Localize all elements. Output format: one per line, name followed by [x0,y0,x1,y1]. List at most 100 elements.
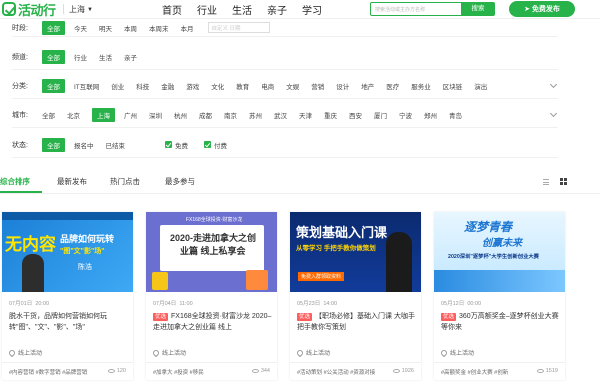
checkbox-label: 付费 [214,142,227,150]
filter-option[interactable]: 广州 [124,110,137,120]
filter-option[interactable]: 医疗 [386,81,399,91]
banner-text: 创赢未来 [482,238,522,249]
filter-option[interactable]: 西安 [349,110,362,120]
filter-option[interactable]: 文化 [211,81,224,91]
filter-option[interactable]: 金融 [161,81,174,91]
event-card[interactable]: FX168全球投资·财富沙龙 2020-走进加拿大之创 业篇 线上私享会 07月… [146,212,277,380]
filter-option[interactable]: 本周末 [149,23,169,33]
search-button[interactable]: 搜索 [461,2,495,16]
filter-option[interactable]: 全部 [42,20,65,35]
filter-option[interactable]: IT互联网 [74,81,99,91]
free-checkbox[interactable]: 免费 [165,140,188,150]
filter-option[interactable]: 本周 [124,23,137,33]
nav-item-industry[interactable]: 行业 [197,2,217,17]
filter-option[interactable]: 演出 [474,81,487,91]
filter-option[interactable]: 服务业 [411,81,431,91]
date-range-input[interactable]: 自定义 日期 [207,22,270,33]
filter-option[interactable]: 北京 [67,110,80,120]
event-tags[interactable]: #活动策划 #公关活动 #资源对接 [297,368,375,376]
filter-option[interactable]: 文娱 [286,81,299,91]
filter-option[interactable]: 南京 [224,110,237,120]
filter-option[interactable]: 营销 [311,81,324,91]
filter-option[interactable]: 设计 [336,81,349,91]
filter-option[interactable]: 明天 [99,23,112,33]
brand-name: 活动行 [18,2,56,18]
event-card[interactable]: 逐梦青春 创赢未来 2020深圳"逐梦杯"大学生创新创业大赛 05月12日 00… [434,212,565,380]
filter-option[interactable]: 行业 [74,52,87,62]
filter-option[interactable]: 创业 [111,81,124,91]
filter-option[interactable]: 天津 [299,110,312,120]
filter-option[interactable]: 武汉 [274,110,287,120]
filter-label: 时段: [12,24,28,32]
filter-channel: 频道: 全部 行业 生活 亲子 [12,44,558,70]
tab-hot[interactable]: 热门点击 [110,176,140,187]
filter-option[interactable]: 全部 [42,78,65,93]
paid-checkbox[interactable]: 付费 [204,140,227,150]
filter-option[interactable]: 成都 [199,110,212,120]
filter-option[interactable]: 重庆 [324,110,337,120]
banner-city-skyline [434,270,565,292]
filter-label: 分类: [12,82,28,90]
tab-latest[interactable]: 最新发布 [57,176,87,187]
checkbox-label: 免费 [175,142,188,150]
event-tags[interactable]: #内容营销 #数字营销 #品牌营销 [9,368,87,376]
filter-option[interactable]: 杭州 [174,110,187,120]
event-card[interactable]: 策划基础入门课 从零学习 手把手教你做策划 免费入群领取资料 05月23日 14… [290,212,421,380]
publish-button[interactable]: ➤ 免费发布 [509,1,575,17]
tab-most-joined[interactable]: 最多参与 [165,176,195,187]
filter-option[interactable]: 科技 [136,81,149,91]
banner-text: 2020-走进加拿大之创 [170,233,257,243]
chevron-down-icon[interactable] [549,80,558,89]
nav-item-life[interactable]: 生活 [232,2,252,17]
eye-icon [392,369,400,373]
tab-comprehensive[interactable]: 综合排序 [0,176,30,187]
filter-option[interactable]: 游戏 [186,81,199,91]
filter-option[interactable]: 教育 [236,81,249,91]
eye-icon [536,369,544,373]
event-title[interactable]: 优选 FX168全球投资·财富沙龙 2020–走进加拿大之创业篇 线上 [153,311,273,333]
filter-option[interactable]: 全部 [42,110,55,120]
list-view-icon[interactable] [543,179,549,185]
search-input[interactable]: 搜索活动或主办方名称 [370,2,462,16]
filter-option[interactable]: 青岛 [449,110,462,120]
event-tags[interactable]: #高额奖金 #创业大赛 #创新 [441,368,508,376]
filter-option[interactable]: 苏州 [249,110,262,120]
event-banner: 逐梦青春 创赢未来 2020深圳"逐梦杯"大学生创新创业大赛 [434,212,565,292]
divider [63,4,64,14]
filter-option[interactable]: 亲子 [124,52,137,62]
event-tags[interactable]: #加拿大 #投资 #移民 [153,368,204,376]
sort-tabs: 综合排序 最新发布 热门点击 最多参与 [0,170,600,194]
filter-option[interactable]: 报名中 [74,140,94,150]
event-title[interactable]: 优选 360万高额奖金–逐梦杯创业大赛等你来 [441,311,561,333]
filter-option[interactable]: 生活 [99,52,112,62]
chevron-down-icon[interactable] [549,109,558,118]
decor-coin [152,272,168,290]
filter-option[interactable]: 区块链 [443,81,463,91]
brand-logo[interactable]: 活动行 [2,1,56,18]
filter-option[interactable]: 全部 [42,49,65,64]
event-title[interactable]: 脱水干货，品牌如何营销如何玩转"图"、"文"、"影"、"场" [9,311,129,333]
main-nav: 首页 行业 生活 亲子 学习 [162,2,322,17]
filter-option[interactable]: 深圳 [149,110,162,120]
filter-option[interactable]: 已结束 [106,140,126,150]
filter-option[interactable]: 厦门 [374,110,387,120]
event-location: 线上活动 [151,348,186,357]
event-location: 线上活动 [7,348,42,357]
filter-option[interactable]: 地产 [361,81,374,91]
nav-item-learning[interactable]: 学习 [302,2,322,17]
filter-option[interactable]: 上海 [92,107,115,122]
filter-option[interactable]: 郑州 [424,110,437,120]
event-title[interactable]: 优选 【职场必修】基础入门课 大咖手把手教你写策划 [297,311,417,333]
filter-option[interactable]: 宁波 [399,110,412,120]
filter-option[interactable]: 今天 [74,23,87,33]
filter-option[interactable]: 电商 [261,81,274,91]
grid-view-icon[interactable] [560,178,567,185]
city-selector[interactable]: 上海 ▼ [69,4,93,15]
event-card[interactable]: 无内容 品牌如何玩转 "图"文"影"场" 陈浩 07月01日 20:00 脱水干… [2,212,133,380]
banner-text: 无内容 [5,235,56,254]
speaker-photo [386,232,412,292]
filter-option[interactable]: 本月 [181,23,194,33]
filter-option[interactable]: 全部 [42,137,65,152]
nav-item-home[interactable]: 首页 [162,2,182,17]
nav-item-family[interactable]: 亲子 [267,2,287,17]
